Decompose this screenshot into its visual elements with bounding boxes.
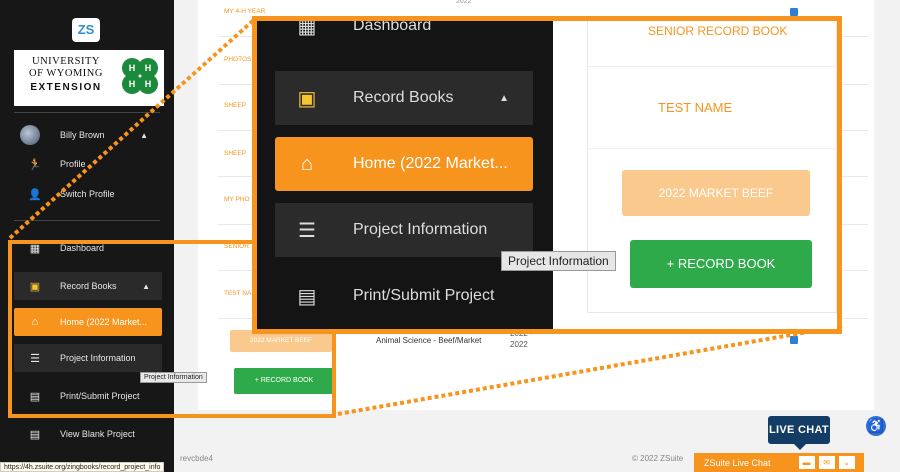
sidebar-divider — [14, 112, 160, 113]
row-label[interactable]: PHOTOS — [224, 56, 251, 63]
zoom-inset: ▦ Dashboard ▣ Record Books ▲ ⌂ Home (202… — [252, 16, 842, 334]
university-line3: EXTENSION — [30, 82, 102, 93]
row-label[interactable]: SHEEP — [224, 150, 246, 157]
svg-text:H: H — [145, 63, 152, 73]
list-icon: ☰ — [298, 219, 316, 242]
four-h-clover-icon: HH HH — [122, 58, 158, 94]
row-divider — [588, 66, 837, 67]
record-books-icon: ▣ — [297, 87, 317, 110]
live-chat-badge[interactable]: LIVE CHAT — [768, 416, 830, 450]
zoom-add-record-book-button[interactable]: + RECORD BOOK — [630, 240, 812, 288]
sidebar-item-label: Profile — [60, 159, 86, 169]
accessibility-icon[interactable]: ♿ — [866, 416, 886, 436]
row-label[interactable]: SHEEP — [224, 102, 246, 109]
zoom-item-label: Dashboard — [353, 17, 432, 34]
svg-text:H: H — [129, 79, 136, 89]
runner-icon: 🏃 — [28, 158, 42, 171]
user-menu[interactable]: Billy Brown ▲ — [20, 124, 160, 146]
sidebar-item-profile[interactable]: 🏃 Profile — [14, 150, 162, 178]
svg-text:H: H — [129, 63, 136, 73]
university-wordmark: UNIVERSITY OF WYOMING EXTENSION — [20, 56, 112, 94]
university-line1: UNIVERSITY — [32, 56, 100, 67]
live-chat-bar[interactable]: ZSuite Live Chat ▬ ✉ ⌄ — [694, 453, 864, 472]
status-bar-url: https://4h.zsuite.org/zingbooks/record_p… — [0, 462, 165, 472]
university-line2: OF WYOMING — [29, 68, 103, 79]
sidebar-divider — [14, 220, 160, 221]
table-icon: ▤ — [29, 428, 41, 441]
record-book-title[interactable]: SENIOR RECORD BOOK — [648, 24, 787, 38]
zoom-sidebar: ▦ Dashboard ▣ Record Books ▲ ⌂ Home (202… — [257, 21, 553, 329]
caret-up-icon: ▲ — [499, 92, 509, 104]
row-divider — [588, 148, 837, 149]
chevron-down-icon[interactable]: ⌄ — [838, 456, 855, 469]
sidebar-item-view-blank-project[interactable]: ▤ View Blank Project — [14, 420, 162, 448]
dashboard-icon: ▦ — [297, 16, 317, 38]
zoom-item-label: Print/Submit Project — [353, 287, 495, 304]
home-icon: ⌂ — [300, 152, 314, 175]
zoom-item-home[interactable]: ⌂ Home (2022 Market... — [275, 137, 533, 191]
zoom-item-label: Project Information — [353, 221, 488, 238]
sidebar-item-switch-profile[interactable]: 👤 Switch Profile — [14, 180, 162, 208]
zoom-item-record-books[interactable]: ▣ Record Books ▲ — [275, 71, 533, 125]
mail-icon[interactable]: ✉ — [818, 456, 835, 469]
copyright: © 2022 ZSuite — [632, 454, 684, 463]
build-hash: revcbde4 — [180, 454, 213, 463]
edit-icon[interactable] — [790, 336, 798, 344]
university-logo: UNIVERSITY OF WYOMING EXTENSION HH HH — [14, 50, 164, 106]
zoom-item-print-submit[interactable]: ▤ Print/Submit Project — [275, 269, 533, 323]
zoom-market-beef-button[interactable]: 2022 MARKET BEEF — [622, 170, 810, 216]
project-category: Animal Science - Beef/Market — [376, 336, 482, 345]
zoom-item-label: Record Books — [353, 89, 454, 106]
year-end: 2022 — [510, 340, 528, 349]
zoom-item-project-information[interactable]: ☰ Project Information — [275, 203, 533, 257]
zoom-tooltip: Project Information — [501, 251, 616, 271]
zoom-card: SENIOR RECORD BOOK TEST NAME 2022 MARKET… — [587, 21, 837, 313]
row-label[interactable]: MY PHO — [224, 196, 250, 203]
live-chat-label: ZSuite Live Chat — [704, 457, 771, 468]
zsuite-logo: ZS — [72, 18, 100, 42]
avatar — [20, 125, 40, 145]
sidebar-item-label: View Blank Project — [60, 429, 135, 439]
test-name-label[interactable]: TEST NAME — [658, 100, 732, 115]
sidebar-item-label: Switch Profile — [60, 189, 115, 199]
zoom-item-label: Home (2022 Market... — [353, 155, 508, 172]
chat-icon[interactable]: ▬ — [798, 456, 815, 469]
zoom-item-dashboard[interactable]: ▦ Dashboard — [275, 16, 533, 53]
edit-icon[interactable] — [790, 8, 798, 16]
person-icon: 👤 — [28, 188, 42, 201]
year: 2022 — [456, 0, 472, 5]
svg-text:H: H — [145, 79, 152, 89]
caret-up-icon: ▲ — [140, 130, 148, 140]
user-name: Billy Brown — [60, 130, 105, 140]
table-icon: ▤ — [297, 285, 317, 308]
row-label[interactable]: MY 4-H YEAR — [224, 8, 265, 15]
